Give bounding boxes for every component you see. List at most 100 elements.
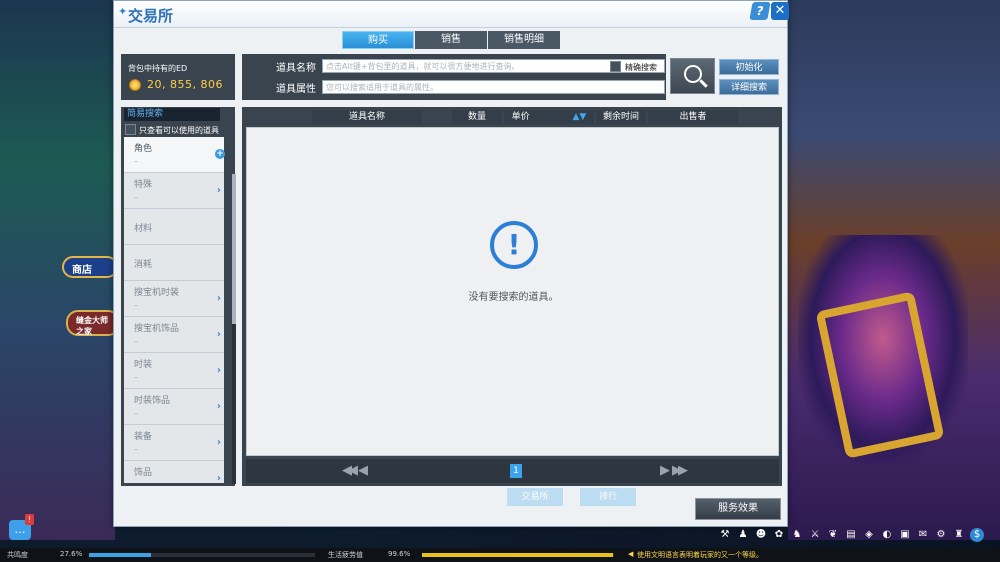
tab-bar: 购买 销售 销售明细 xyxy=(342,31,560,49)
item-attr-label: 道具属性 xyxy=(276,84,316,95)
category-sub: – xyxy=(134,337,138,346)
menu-icon-8[interactable]: ▤ xyxy=(844,528,858,542)
ed-label: 背包中持有的ED xyxy=(128,64,188,73)
column-quantity[interactable]: 数量 xyxy=(452,110,502,124)
magnifier-handle xyxy=(699,79,708,88)
menu-icon-5[interactable]: ♞ xyxy=(790,528,804,542)
category-label: 搜宝机饰品 xyxy=(134,324,180,334)
scroll-thumb[interactable] xyxy=(232,174,236,324)
notification-badge-icon: ! xyxy=(25,514,34,525)
window-title: 交易所 xyxy=(128,7,174,25)
page-number[interactable]: 1 xyxy=(510,464,522,478)
category-label: 材料 xyxy=(134,224,153,234)
category-consumable[interactable]: 消耗 xyxy=(124,245,224,281)
category-panel: 简易搜索 只查看可以使用的道具 角色 – + 特殊 – › 材料 消耗 搜宝机时… xyxy=(121,107,236,486)
category-treasure-accessory[interactable]: 搜宝机饰品 – › xyxy=(124,317,224,353)
fatigue-label: 生活疲劳值 xyxy=(328,551,363,559)
menu-icon-3[interactable]: ☻ xyxy=(754,528,768,542)
shop-sign-label: 商店 xyxy=(72,265,92,276)
exchange-window: ✦ 交易所 ? ✕ 购买 销售 销售明细 背包中持有的ED 20, 855, 8… xyxy=(113,0,789,527)
last-page-icon[interactable]: ▶▶ xyxy=(672,463,688,478)
fatigue-value: 99.6% xyxy=(388,550,411,558)
category-accessory[interactable]: 饰品 – › xyxy=(124,461,224,483)
usable-only-checkbox[interactable] xyxy=(125,124,136,135)
menu-icon-6[interactable]: ⚔ xyxy=(808,528,822,542)
category-costume-accessory[interactable]: 时装饰品 – › xyxy=(124,389,224,425)
behind-ranking-button: 排行 xyxy=(580,488,636,506)
menu-icon-10[interactable]: ◐ xyxy=(880,528,894,542)
result-list: ! 没有要搜索的道具。 xyxy=(246,127,779,456)
menu-icon-11[interactable]: ▣ xyxy=(898,528,912,542)
menu-icon-14[interactable]: ♜ xyxy=(952,528,966,542)
category-sub: – xyxy=(134,481,138,483)
category-label: 消耗 xyxy=(134,260,153,270)
column-unit-price[interactable]: 单价 ▲▼ xyxy=(504,110,594,124)
coin-icon xyxy=(129,79,141,91)
init-button[interactable]: 初始化 xyxy=(719,59,779,75)
menu-icon-4[interactable]: ✿ xyxy=(772,528,786,542)
category-label: 特殊 xyxy=(134,180,153,190)
menu-icon-2[interactable]: ♟ xyxy=(736,528,750,542)
search-button[interactable] xyxy=(670,58,715,94)
quick-menu-tray: ⚒ ♟ ☻ ✿ ♞ ⚔ ❦ ▤ ◈ ◐ ▣ ✉ ⚙ ♜ $ xyxy=(718,528,984,542)
column-item-name[interactable]: 道具名称 xyxy=(312,110,422,124)
category-material[interactable]: 材料 xyxy=(124,209,224,245)
category-sub: – xyxy=(134,301,138,310)
tab-sell[interactable]: 销售 xyxy=(415,31,487,49)
resonance-bar-fill xyxy=(89,553,152,557)
prev-page-icon[interactable]: ◀ xyxy=(358,463,368,478)
category-sub: – xyxy=(134,445,138,454)
category-label: 搜宝机时装 xyxy=(134,288,180,298)
category-sub: – xyxy=(134,193,138,202)
system-message: 使用文明语言表明着玩家的又一个等级。 xyxy=(637,551,763,559)
unit-price-label: 单价 xyxy=(511,112,530,122)
category-sub: – xyxy=(134,157,138,166)
category-costume[interactable]: 时装 – › xyxy=(124,353,224,389)
category-scrollbar[interactable] xyxy=(232,174,236,484)
chevron-right-icon: › xyxy=(216,329,221,340)
chevron-right-icon: › xyxy=(216,473,221,483)
menu-icon-7[interactable]: ❦ xyxy=(826,528,840,542)
category-treasure-costume[interactable]: 搜宝机时装 – › xyxy=(124,281,224,317)
empty-result-message: 没有要搜索的道具。 xyxy=(468,292,559,303)
category-character[interactable]: 角色 – + xyxy=(124,137,225,173)
shop-sign: 商店 xyxy=(62,256,118,278)
ed-balance-panel: 背包中持有的ED 20, 855, 806 xyxy=(121,54,235,100)
title-bar[interactable]: ✦ 交易所 ? ✕ xyxy=(114,1,789,28)
tab-sales-detail[interactable]: 销售明细 xyxy=(488,31,560,49)
next-page-icon[interactable]: ▶ xyxy=(660,463,670,478)
service-effect-button[interactable]: 服务效果 xyxy=(695,498,781,520)
tailor-sign: 缝金大师之家 xyxy=(66,310,120,336)
menu-icon-1[interactable]: ⚒ xyxy=(718,528,732,542)
menu-icon-12[interactable]: ✉ xyxy=(916,528,930,542)
category-equipment[interactable]: 装备 – › xyxy=(124,425,224,461)
category-sub: – xyxy=(134,409,138,418)
category-list: 角色 – + 特殊 – › 材料 消耗 搜宝机时装 – › 搜宝机饰品 – › … xyxy=(124,137,230,483)
fatigue-bar xyxy=(422,553,614,557)
column-seller[interactable]: 出售者 xyxy=(648,110,738,124)
column-remaining-time[interactable]: 剩余时间 xyxy=(596,110,646,124)
chevron-right-icon: › xyxy=(216,185,221,196)
cash-shop-icon[interactable]: $ xyxy=(970,528,984,542)
category-special[interactable]: 特殊 – › xyxy=(124,173,224,209)
results-panel: 道具名称 数量 单价 ▲▼ 剩余时间 出售者 ! 没有要搜索的道具。 ◀◀ ◀ … xyxy=(242,107,782,486)
close-button[interactable]: ✕ xyxy=(771,2,789,20)
menu-icon-9[interactable]: ◈ xyxy=(862,528,876,542)
resonance-bar xyxy=(89,553,315,557)
category-label: 时装饰品 xyxy=(134,396,171,406)
exact-search-checkbox[interactable] xyxy=(610,61,621,72)
usable-only-label: 只查看可以使用的道具 xyxy=(139,126,219,135)
plus-icon[interactable]: + xyxy=(215,149,225,159)
pagination: ◀◀ ◀ 1 ▶ ▶▶ xyxy=(246,459,779,483)
search-panel: 道具名称 点击Alt键+背包里的道具，就可以很方便地进行查询。 精确搜索 道具属… xyxy=(242,54,666,100)
help-button[interactable]: ? xyxy=(749,2,771,20)
item-attr-input[interactable]: 您可以搜索适用于道具的属性。 xyxy=(322,80,665,94)
detail-search-button[interactable]: 详细搜索 xyxy=(719,79,779,95)
quick-search-title: 简易搜索 xyxy=(124,108,220,121)
tab-buy[interactable]: 购买 xyxy=(342,31,414,49)
category-sub: – xyxy=(134,373,138,382)
settings-gear-icon[interactable]: ⚙ xyxy=(934,528,948,542)
sort-arrows-icon[interactable]: ▲▼ xyxy=(573,112,587,122)
behind-exchange-button: 交易所 xyxy=(507,488,563,506)
first-page-icon[interactable]: ◀◀ xyxy=(342,463,358,478)
